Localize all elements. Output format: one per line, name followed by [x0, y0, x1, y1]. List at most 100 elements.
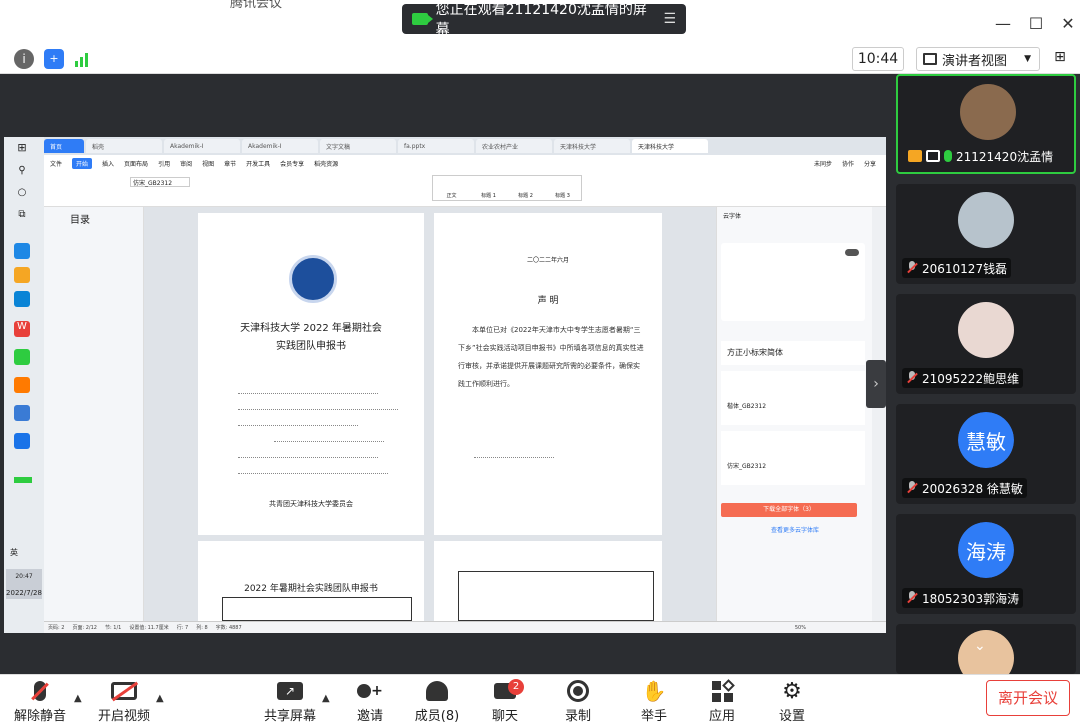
info-icon[interactable]: i [14, 49, 34, 69]
record-icon [560, 679, 596, 703]
menu-item-start: 开始 [72, 157, 93, 169]
video-off-icon [96, 679, 152, 703]
mic-muted-icon [906, 481, 918, 495]
wps-tab: fa.pptx [398, 139, 474, 153]
participant-tile[interactable]: 21095222鲍思维 [896, 294, 1076, 394]
university-seal-logo [289, 255, 337, 303]
participant-tile[interactable]: 海涛 18052303郭海涛 [896, 514, 1076, 614]
avatar [958, 630, 1014, 674]
maximize-icon[interactable]: ☐ [1026, 14, 1046, 33]
search-icon: ⚲ [18, 165, 26, 176]
toggle-switch [845, 249, 859, 256]
leave-meeting-button[interactable]: 离开会议 [986, 680, 1070, 716]
apps-button[interactable]: 应用 [704, 678, 740, 724]
status-zoom: 50% [794, 624, 806, 631]
cover-footer: 共青团天津科技大学委员会 [269, 500, 353, 508]
doc-page-cover: 天津科技大学 2022 年暑期社会 实践团队申报书 共青团天津科技大学委员会 [198, 213, 424, 535]
os-taskbar: ⊞ ⚲ ○ ⧉ W 英 20:47 2022/7/28 [4, 137, 44, 633]
chat-button[interactable]: 聊天 2 [488, 679, 524, 724]
app-icon [14, 433, 30, 449]
avatar: 慧敏 [958, 412, 1014, 468]
start-video-button[interactable]: 开启视频 [96, 679, 152, 724]
mic-options-caret[interactable]: ▲ [74, 693, 82, 704]
participant-sidebar: 21121420沈孟情 20610127钱磊 21095222鲍思维 慧敏 20… [894, 74, 1080, 674]
screen-share-banner[interactable]: 您正在观看21121420沈孟情的屏幕 ☰ [402, 2, 686, 38]
wps-tab: 稻壳 [86, 139, 162, 153]
avatar-initials: 海涛 [958, 522, 1014, 578]
banner-text: 您正在观看21121420沈孟情的屏幕 [435, 2, 647, 38]
view-mode-label: 演讲者视图 [942, 53, 1008, 69]
shared-screen-content: ⊞ ⚲ ○ ⧉ W 英 20:47 2022/7/28 首页 稻壳 Akadem… [4, 137, 886, 633]
declaration-heading: 声 明 [537, 296, 559, 306]
wps-tab: 农业农村产业 [476, 139, 552, 153]
ie-icon [14, 291, 30, 307]
participant-tile[interactable]: 慧敏 20026328 徐慧敏 [896, 404, 1076, 504]
participant-tile[interactable]: ⌄ [896, 624, 1076, 674]
avatar-initials: 慧敏 [958, 412, 1014, 468]
members-icon [414, 679, 460, 703]
menu-item: 章节 [224, 160, 237, 168]
pin-icon[interactable]: ⊞ [1050, 49, 1070, 69]
collapse-sidebar-button[interactable]: › [866, 360, 886, 408]
hand-icon: ✋ [641, 679, 667, 703]
wps-status-bar: 页码: 2 页面: 2/12 节: 1/1 设置值: 11.7厘米 行: 7 列… [44, 621, 886, 633]
host-icon [908, 150, 922, 162]
font-item: 楷体_GB2312 [721, 371, 865, 425]
scroll-down-icon[interactable]: ⌄ [974, 638, 986, 654]
participant-tile[interactable]: 21121420沈孟情 [896, 74, 1076, 174]
menu-right-item: 分享 [863, 160, 876, 168]
menu-item: 文件 [50, 160, 63, 168]
photos-icon [14, 405, 30, 421]
members-button[interactable]: 成员(8) [414, 679, 460, 724]
style-item: 标题 3 [555, 193, 570, 199]
video-camera-icon [412, 13, 433, 25]
raise-hand-button[interactable]: ✋ 举手 [636, 679, 672, 724]
apps-grid-icon [704, 678, 740, 703]
wps-tab: 天津科技大学 [554, 139, 630, 153]
share-screen-button[interactable]: ↗ 共享屏幕 [262, 679, 318, 724]
gear-icon: ⚙ [782, 678, 802, 704]
windows-start-icon: ⊞ [17, 141, 27, 154]
cover-title-line1: 天津科技大学 2022 年暑期社会 [240, 323, 382, 334]
style-gallery: 正文 标题 1 标题 2 标题 3 [432, 175, 582, 201]
security-shield-icon[interactable]: + [44, 49, 64, 69]
minimize-icon[interactable]: — [993, 14, 1013, 33]
status-col: 列: 8 [196, 625, 208, 631]
firefox-icon [14, 377, 30, 393]
more-fonts-link: 查看更多云字体库 [770, 527, 819, 534]
participant-tile[interactable]: 20610127钱磊 [896, 184, 1076, 284]
wps-icon: W [14, 321, 30, 337]
meeting-toolbar: 解除静音 ▲ 开启视频 ▲ ↗ 共享屏幕 ▲ + 邀请 成员(8) 聊天 2 录… [0, 674, 1080, 724]
os-date: 2022/7/28 [6, 589, 42, 597]
participant-name: 21095222鲍思维 [922, 371, 1020, 386]
video-options-caret[interactable]: ▲ [156, 693, 164, 704]
style-item: 标题 1 [481, 193, 496, 199]
panel-header: 云字体 [723, 213, 742, 220]
unmute-button[interactable]: 解除静音 [14, 679, 66, 724]
avatar [960, 84, 1016, 140]
share-options-caret[interactable]: ▲ [322, 693, 330, 704]
avatar: 海涛 [958, 522, 1014, 578]
chat-badge: 2 [508, 679, 524, 695]
download-fonts-button: 下载全部字体（3） [721, 503, 857, 517]
mic-muted-icon [14, 679, 66, 703]
outline-title: 目录 [70, 215, 90, 226]
invite-button[interactable]: + 邀请 [352, 679, 388, 724]
mic-muted-icon [906, 591, 918, 605]
avatar [958, 192, 1014, 248]
close-icon[interactable]: ✕ [1058, 14, 1078, 33]
outline-pane: 目录 [44, 207, 144, 621]
view-mode-select[interactable]: 演讲者视图 ▼ [916, 47, 1040, 71]
form-title: 2022 年暑期社会实践团队申报书 [244, 584, 378, 594]
edge-icon [14, 243, 30, 259]
record-button[interactable]: 录制 [560, 679, 596, 724]
wps-tab-home: 首页 [44, 139, 84, 153]
screen-share-icon [926, 150, 940, 162]
wps-tab: 文字文稿 [320, 139, 396, 153]
wps-menu-bar: 文件 开始 插入 页面布局 引用 审阅 视图 章节 开发工具 会员专享 稻壳资源… [44, 155, 886, 171]
menu-item: 视图 [202, 160, 215, 168]
font-settings-card [721, 243, 865, 321]
signal-icon[interactable] [75, 51, 88, 67]
settings-button[interactable]: ⚙ 设置 [774, 679, 810, 724]
banner-menu-icon[interactable]: ☰ [663, 11, 676, 27]
